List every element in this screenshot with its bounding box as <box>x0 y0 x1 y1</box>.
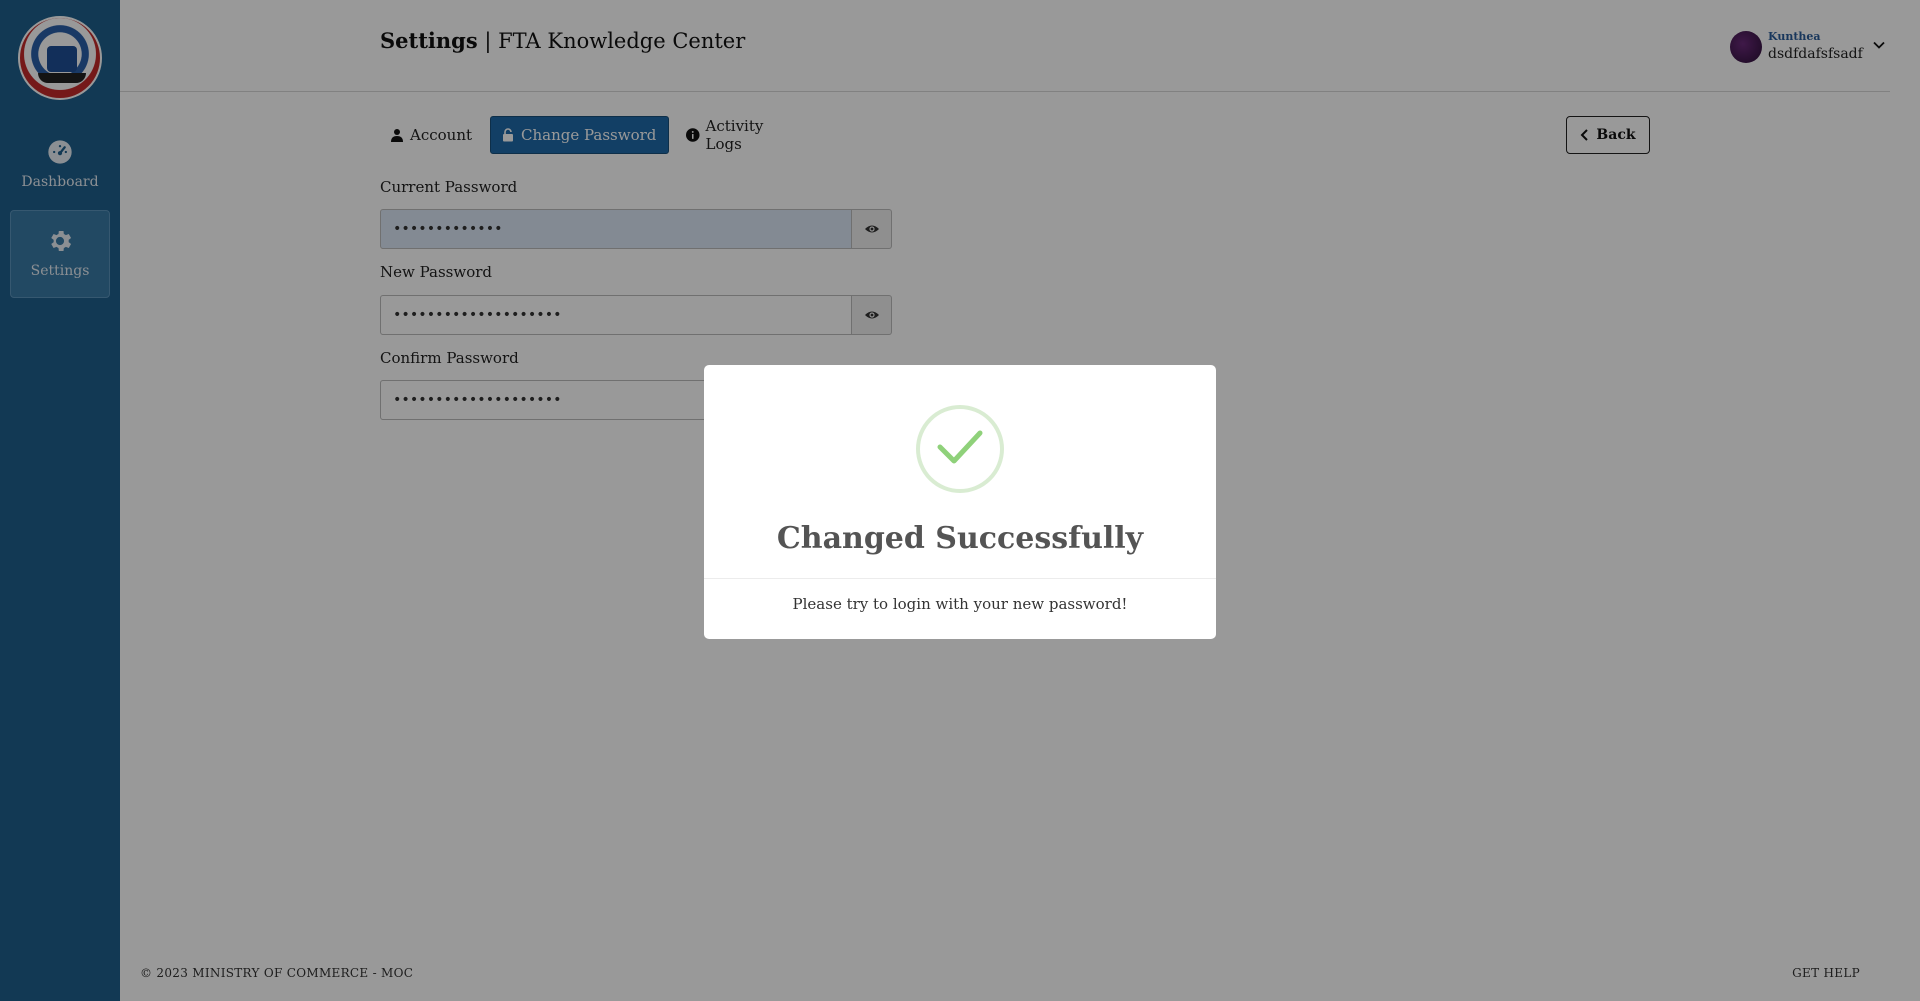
modal-message: Please try to login with your new passwo… <box>792 595 1128 613</box>
modal-title: Changed Successfully <box>776 521 1144 556</box>
success-check-icon <box>916 405 1004 493</box>
success-modal: Changed Successfully Please try to login… <box>704 365 1216 639</box>
modal-divider <box>704 578 1216 579</box>
